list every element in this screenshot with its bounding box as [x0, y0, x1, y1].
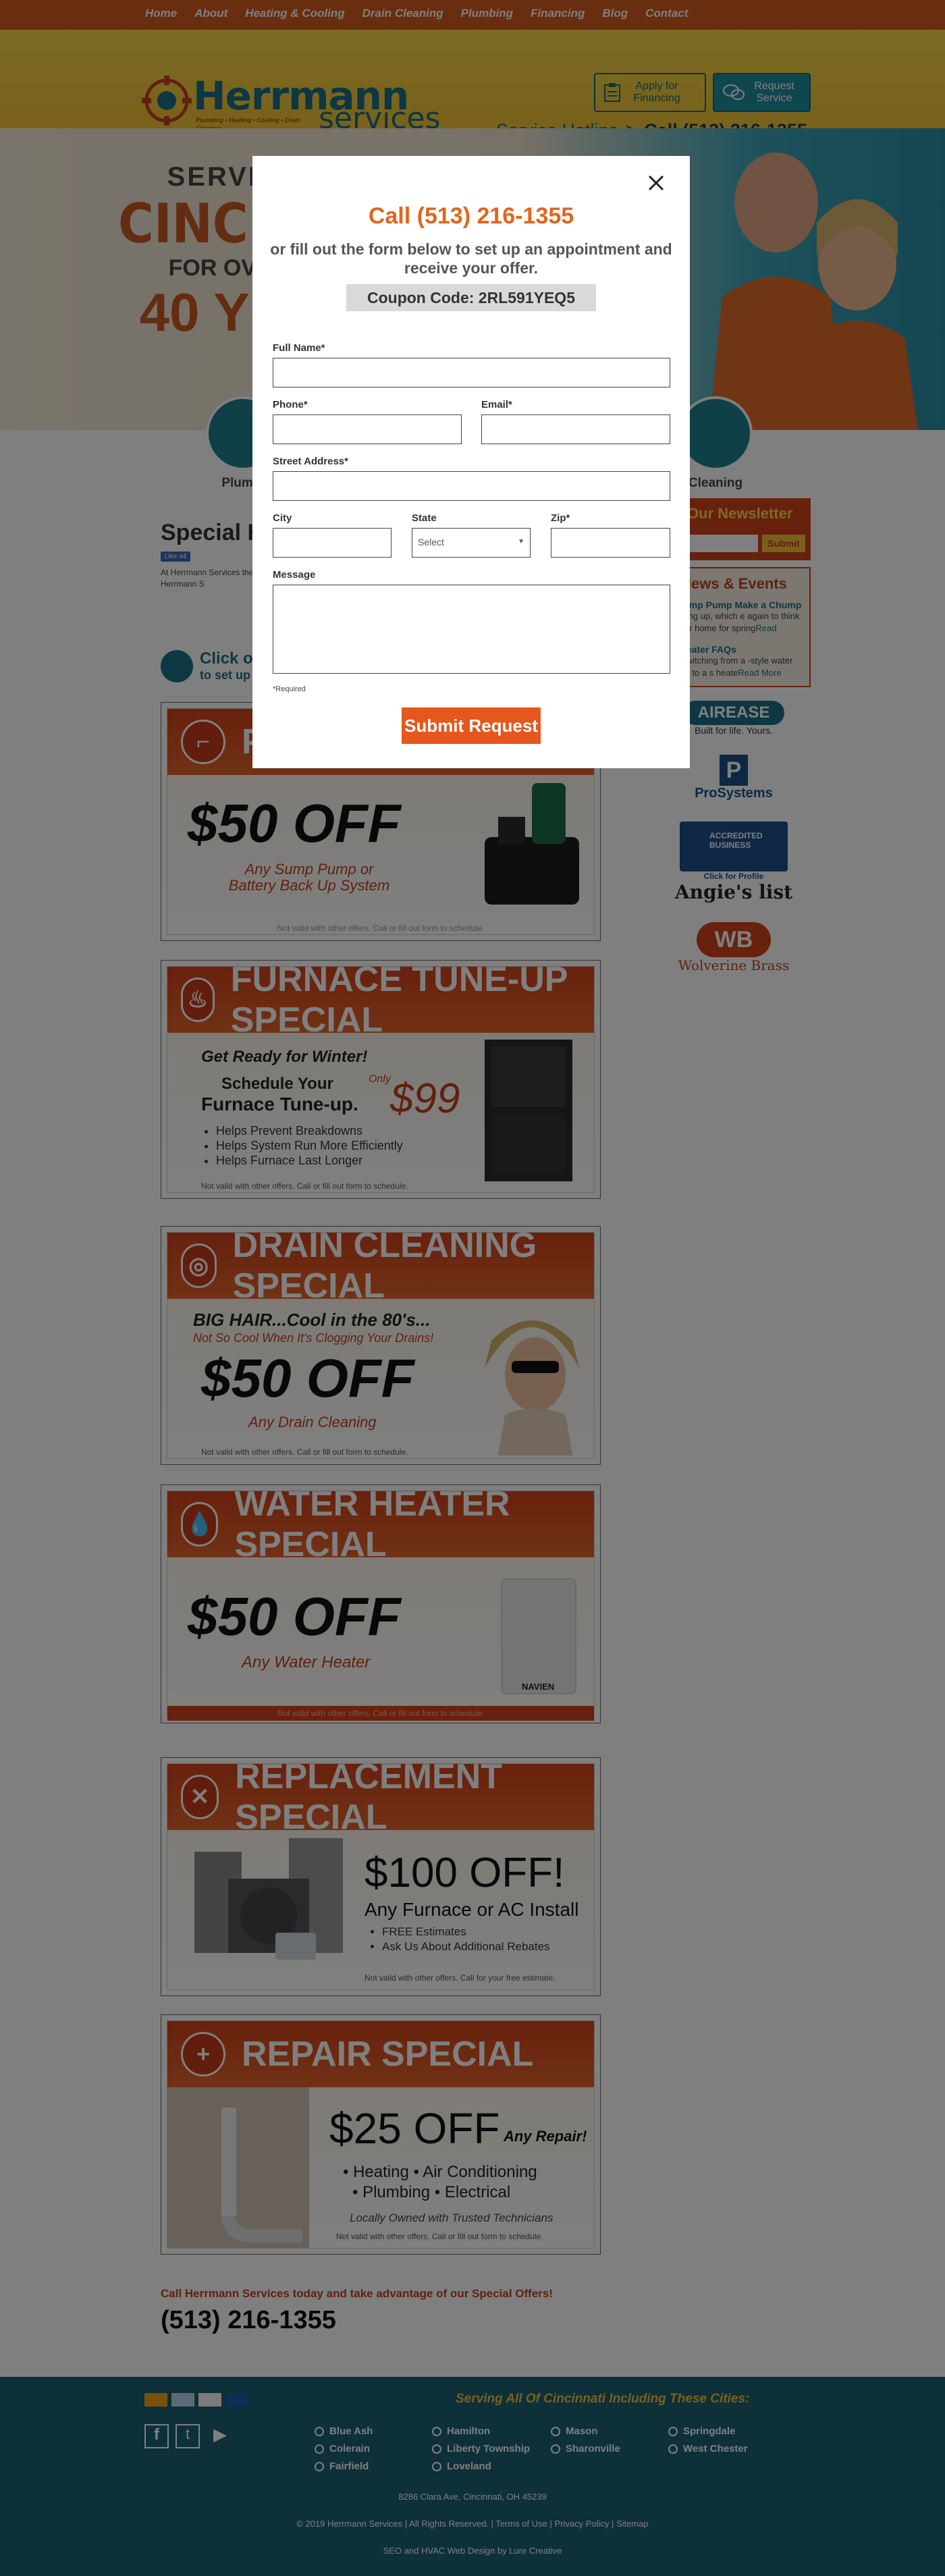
full-name-label: Full Name* [273, 342, 325, 354]
email-label: Email* [481, 399, 512, 410]
state-select-value: Select [418, 537, 444, 547]
street-label: Street Address* [273, 456, 348, 467]
required-note: *Required [273, 685, 306, 693]
state-select[interactable]: Select ▼ [412, 528, 531, 558]
modal-subtitle: or fill out the form below to set up an … [270, 240, 672, 277]
email-input[interactable] [481, 414, 670, 444]
phone-label: Phone* [273, 399, 308, 410]
coupon-code: Coupon Code: 2RL591YEQ5 [346, 284, 596, 311]
chevron-down-icon: ▼ [518, 538, 524, 545]
city-input[interactable] [273, 528, 392, 558]
street-input[interactable] [273, 471, 670, 501]
message-textarea[interactable] [273, 585, 670, 674]
close-icon[interactable] [644, 171, 668, 195]
full-name-input[interactable] [273, 358, 670, 387]
submit-request-button[interactable]: Submit Request [402, 707, 541, 744]
message-label: Message [273, 569, 316, 581]
coupon-modal: Call (513) 216-1355 or fill out the form… [252, 156, 690, 768]
phone-input[interactable] [273, 414, 462, 444]
modal-phone[interactable]: Call (513) 216-1355 [252, 203, 690, 230]
zip-label: Zip* [551, 512, 570, 524]
state-label: State [412, 512, 437, 524]
city-label: City [273, 512, 292, 524]
zip-input[interactable] [551, 528, 670, 558]
